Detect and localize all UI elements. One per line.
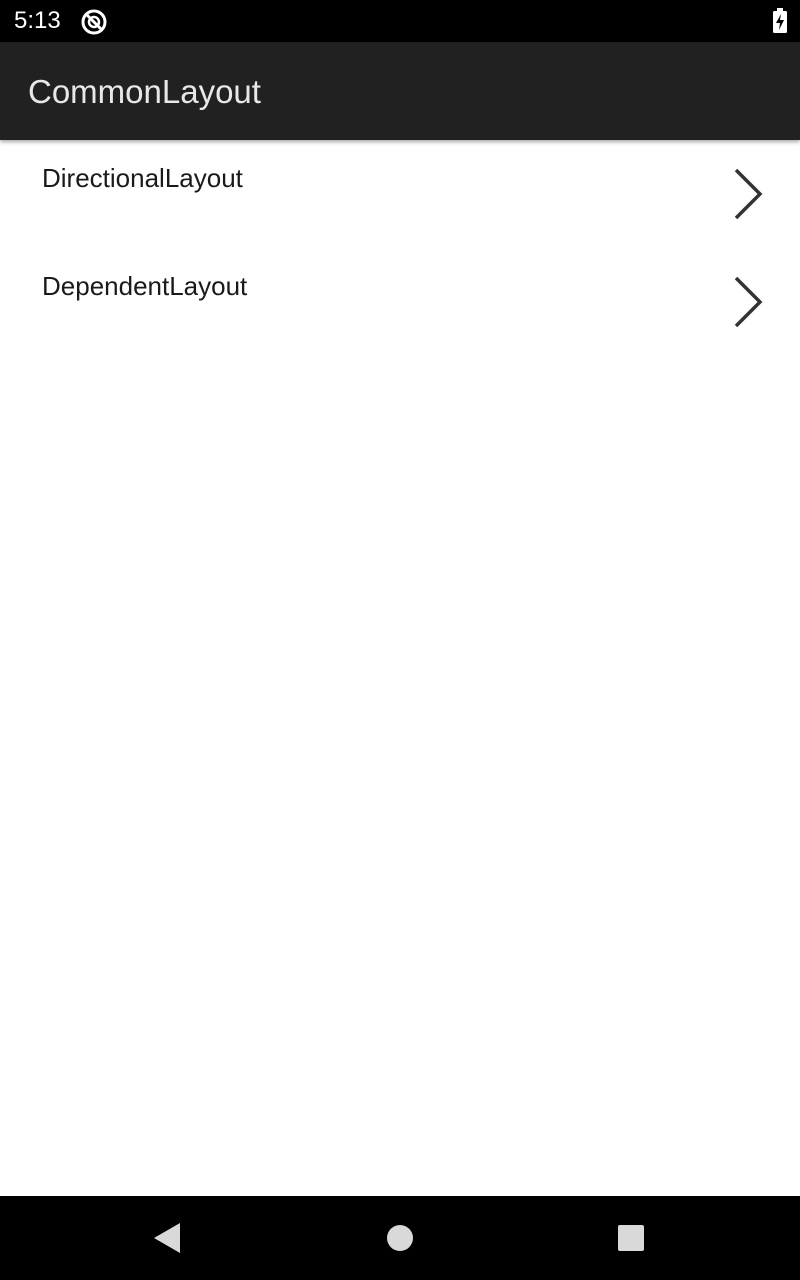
battery-charging-icon — [772, 8, 788, 34]
navigation-bar — [0, 1196, 800, 1280]
list-item-label: DirectionalLayout — [42, 163, 243, 193]
chevron-right-icon — [730, 274, 766, 330]
list-item-directional-layout[interactable]: DirectionalLayout — [0, 140, 800, 248]
screen: 5:13 CommonLayout DirectionalLayout Depe… — [0, 0, 800, 1280]
list-item-label: DependentLayout — [42, 271, 248, 301]
back-triangle-icon[interactable] — [146, 1216, 190, 1260]
status-time: 5:13 — [14, 7, 61, 34]
home-circle-icon[interactable] — [378, 1216, 422, 1260]
recents-square-icon[interactable] — [609, 1216, 653, 1260]
status-bar: 5:13 — [0, 0, 800, 42]
layout-list: DirectionalLayout DependentLayout — [0, 140, 800, 356]
list-item-dependent-layout[interactable]: DependentLayout — [0, 248, 800, 356]
app-title: CommonLayout — [28, 73, 261, 110]
chevron-right-icon — [730, 166, 766, 222]
app-bar: CommonLayout — [0, 42, 800, 140]
do-not-disturb-icon — [80, 8, 108, 36]
